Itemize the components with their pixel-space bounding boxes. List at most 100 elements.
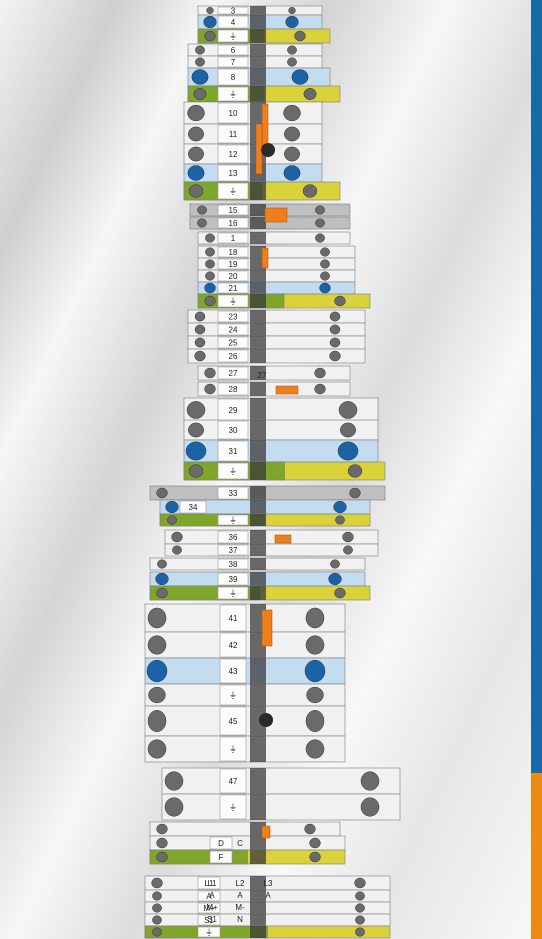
center-jumper-channel bbox=[250, 902, 266, 914]
terminal-label: ⏚ bbox=[229, 691, 237, 700]
terminal-label: 41 bbox=[229, 614, 238, 623]
terminal-label: 4 bbox=[231, 18, 236, 27]
screw-hole bbox=[315, 218, 325, 228]
terminal-label: 39 bbox=[229, 575, 238, 584]
terminal-label: 23 bbox=[229, 313, 238, 322]
screw-hole bbox=[330, 559, 340, 569]
screw-hole bbox=[306, 686, 324, 704]
terminal-label: L2 bbox=[236, 879, 245, 888]
center-jumper-channel bbox=[250, 514, 266, 526]
screw-hole bbox=[304, 823, 316, 835]
terminal-label: ⏚ bbox=[229, 90, 237, 99]
screw-hole bbox=[205, 247, 215, 257]
orange-jumper bbox=[261, 103, 269, 149]
terminal-label: ⏚ bbox=[229, 589, 237, 598]
center-jumper-channel bbox=[250, 56, 266, 68]
terminal-label: 42 bbox=[229, 641, 238, 650]
terminal-label: 3 bbox=[231, 7, 236, 16]
terminal-label: 43 bbox=[229, 667, 238, 676]
screw-hole bbox=[204, 367, 216, 379]
screw-hole bbox=[188, 184, 204, 198]
screw-hole bbox=[148, 686, 166, 704]
screw-hole bbox=[334, 587, 346, 599]
center-jumper-channel bbox=[250, 658, 266, 684]
screw-hole bbox=[355, 915, 365, 925]
center-jumper-channel bbox=[250, 768, 266, 794]
screw-hole bbox=[156, 487, 168, 499]
screw-hole bbox=[329, 324, 341, 335]
terminal-label: 7 bbox=[231, 58, 236, 67]
screw-hole bbox=[305, 635, 325, 655]
screw-hole bbox=[195, 57, 205, 67]
terminal-label: 47 bbox=[229, 777, 238, 786]
terminal-label: 45 bbox=[229, 717, 238, 726]
screw-hole bbox=[315, 205, 325, 215]
center-jumper-channel bbox=[250, 217, 266, 229]
screw-hole bbox=[337, 441, 359, 461]
center-jumper-channel bbox=[250, 420, 266, 440]
orange-jumper bbox=[275, 385, 299, 395]
screw-hole bbox=[187, 104, 205, 122]
center-jumper-channel bbox=[250, 310, 266, 323]
center-jumper-channel bbox=[250, 890, 266, 902]
terminal-label: ⏚ bbox=[229, 516, 237, 525]
center-jumper-channel bbox=[250, 926, 266, 938]
screw-hole bbox=[164, 771, 184, 791]
terminal-label: 8 bbox=[231, 73, 236, 82]
terminal-label: 27 bbox=[258, 371, 267, 380]
terminal-label: N bbox=[237, 915, 243, 924]
screw-hole bbox=[147, 710, 167, 732]
screw-hole bbox=[165, 500, 179, 514]
screw-hole bbox=[309, 851, 321, 863]
center-jumper-channel bbox=[250, 382, 266, 396]
center-jumper-channel bbox=[250, 486, 266, 500]
orange-jumper bbox=[274, 534, 292, 544]
terminal-label: 34 bbox=[189, 503, 198, 512]
terminal-label: A bbox=[209, 891, 215, 900]
screw-hole bbox=[204, 295, 216, 307]
terminal-label: M+ bbox=[206, 903, 218, 912]
center-jumper-channel bbox=[250, 294, 266, 308]
terminal-label: 18 bbox=[229, 248, 238, 257]
center-jumper-channel bbox=[250, 204, 266, 216]
screw-hole bbox=[305, 607, 325, 629]
screw-hole bbox=[197, 218, 207, 228]
screw-hole bbox=[360, 797, 380, 817]
center-jumper-channel bbox=[250, 349, 266, 363]
screw-hole bbox=[315, 233, 325, 243]
screw-hole bbox=[147, 739, 167, 759]
center-jumper-channel bbox=[250, 530, 266, 544]
screw-hole bbox=[204, 282, 216, 294]
terminal-label: 33 bbox=[229, 489, 238, 498]
screw-hole bbox=[291, 69, 309, 85]
center-jumper-channel bbox=[250, 914, 266, 926]
center-jumper-channel bbox=[250, 29, 266, 43]
terminal-label: ⏚ bbox=[229, 297, 237, 306]
screw-hole bbox=[329, 350, 341, 362]
terminal-label: 25 bbox=[229, 339, 238, 348]
terminal-label: L1 bbox=[208, 879, 217, 888]
screw-hole bbox=[314, 383, 326, 395]
screw-hole bbox=[186, 401, 206, 419]
screw-hole bbox=[205, 259, 215, 269]
center-jumper-channel bbox=[250, 398, 266, 422]
center-jumper-channel bbox=[250, 323, 266, 336]
terminal-label: 1 bbox=[231, 234, 236, 243]
screw-hole bbox=[152, 927, 162, 937]
screw-hole bbox=[152, 903, 162, 913]
terminal-label: ⏚ bbox=[229, 467, 237, 476]
screw-hole bbox=[167, 515, 177, 525]
screw-hole bbox=[283, 165, 301, 181]
screw-hole bbox=[319, 282, 331, 294]
terminal-label: 6 bbox=[231, 46, 236, 55]
screw-hole bbox=[355, 927, 365, 937]
screw-hole bbox=[193, 88, 207, 100]
orange-jumper bbox=[261, 247, 269, 269]
center-jumper-channel bbox=[250, 6, 266, 15]
screw-hole bbox=[329, 337, 341, 348]
screw-hole bbox=[287, 45, 297, 55]
center-jumper-channel bbox=[250, 850, 266, 864]
terminal-label: 29 bbox=[229, 406, 238, 415]
terminal-label: C bbox=[237, 839, 243, 848]
screw-hole bbox=[287, 57, 297, 67]
